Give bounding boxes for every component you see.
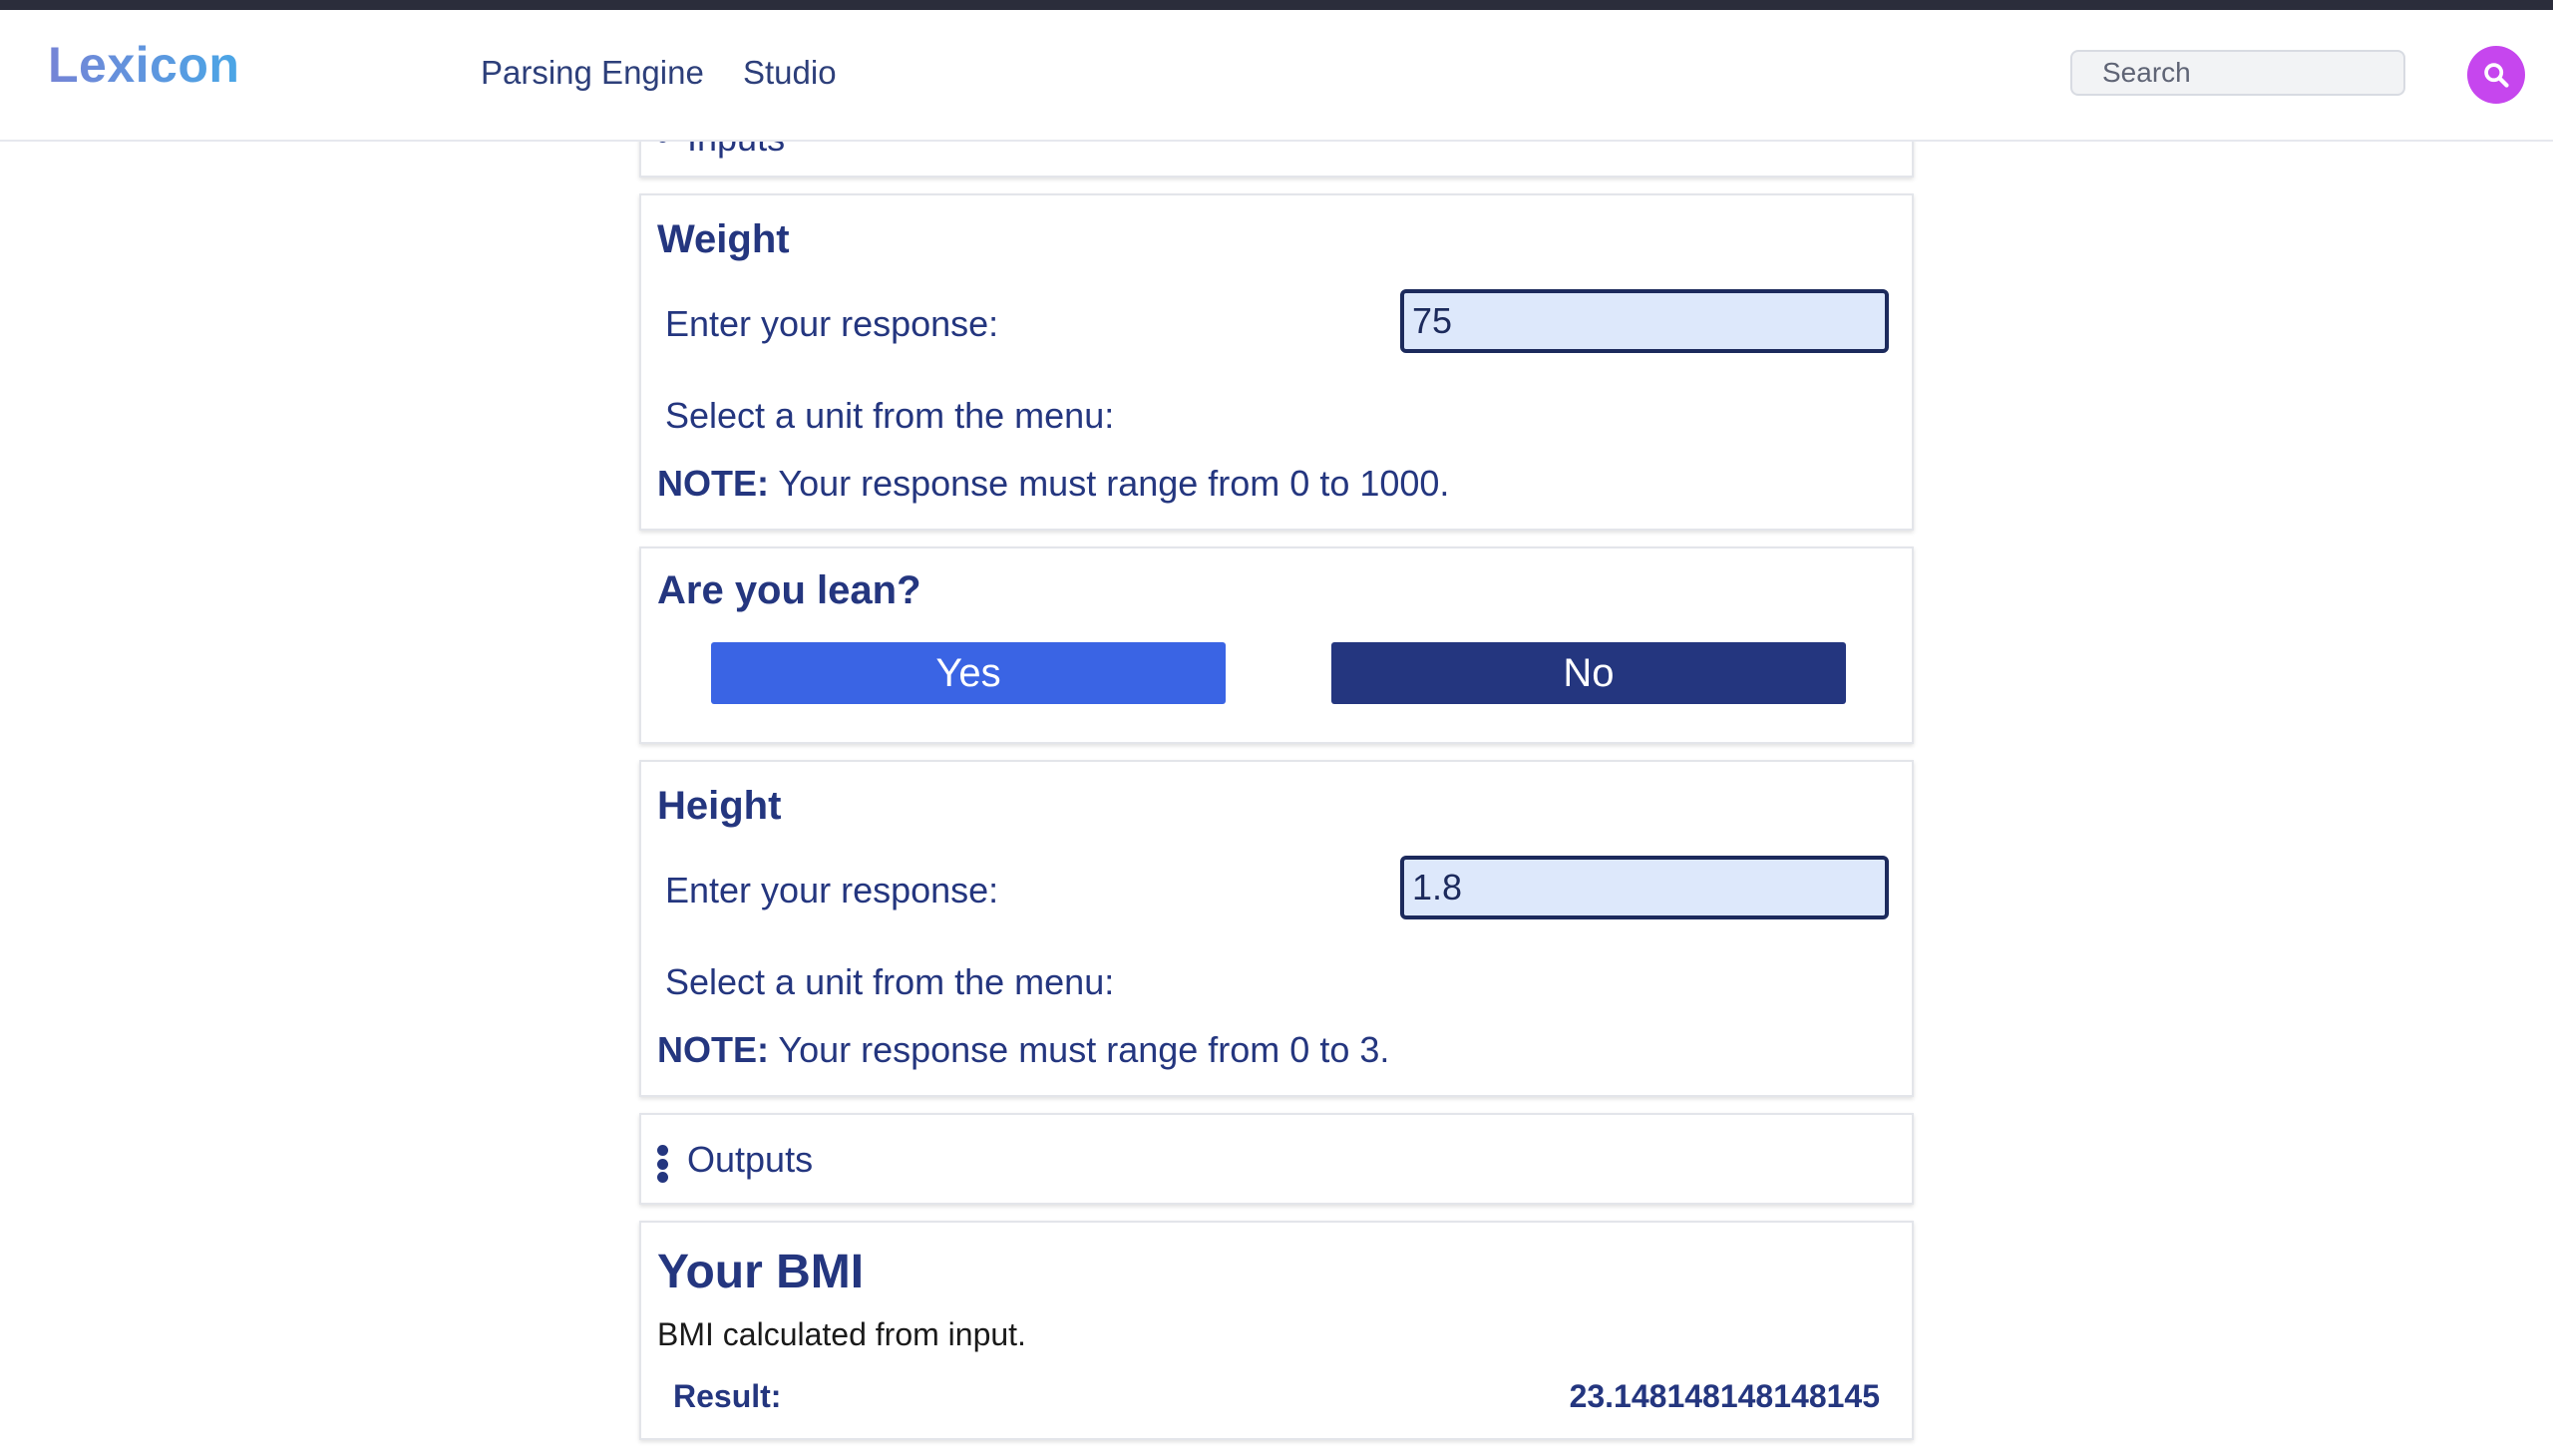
weight-note-text: Your response must range from 0 to 1000. [778, 463, 1450, 504]
bmi-description: BMI calculated from input. [657, 1316, 1026, 1352]
window-top-bar [0, 0, 2553, 10]
weight-title: Weight [657, 217, 790, 261]
search-icon [2484, 63, 2509, 88]
top-navbar: Lexicon Parsing Engine Studio [0, 10, 2553, 142]
outputs-section-label: Outputs [687, 1139, 814, 1180]
weight-response-label: Enter your response: [665, 303, 999, 344]
weight-input[interactable] [1400, 289, 1889, 353]
result-value: 23.148148148148145 [1569, 1378, 1880, 1414]
height-note-text: Your response must range from 0 to 3. [778, 1029, 1390, 1070]
bmi-card: Your BMI BMI calculated from input. Resu… [639, 1221, 1914, 1440]
weight-note: NOTE: Your response must range from 0 to… [657, 463, 1449, 505]
lean-title: Are you lean? [657, 568, 921, 612]
nav-link-parsing-engine[interactable]: Parsing Engine [481, 54, 704, 92]
search-input[interactable] [2070, 50, 2405, 96]
outputs-section-header[interactable]: Outputs [639, 1113, 1914, 1205]
height-unit-label: Select a unit from the menu: [665, 961, 1115, 1002]
result-label: Result: [673, 1378, 782, 1414]
height-input[interactable] [1400, 856, 1889, 919]
weight-note-prefix: NOTE: [657, 463, 769, 504]
height-card: Height Enter your response: Select a uni… [639, 760, 1914, 1097]
height-title: Height [657, 784, 782, 828]
height-note: NOTE: Your response must range from 0 to… [657, 1029, 1389, 1071]
weight-card: Weight Enter your response: Select a uni… [639, 193, 1914, 531]
height-note-prefix: NOTE: [657, 1029, 769, 1070]
weight-unit-label: Select a unit from the menu: [665, 395, 1115, 436]
height-response-label: Enter your response: [665, 870, 999, 910]
bmi-title: Your BMI [657, 1246, 865, 1298]
lean-card: Are you lean? Yes No [639, 546, 1914, 744]
kebab-icon [657, 1145, 669, 1183]
no-button[interactable]: No [1331, 642, 1846, 704]
nav-link-studio[interactable]: Studio [743, 54, 837, 92]
logo[interactable]: Lexicon [48, 36, 239, 94]
search-button[interactable] [2467, 46, 2525, 104]
yes-button[interactable]: Yes [711, 642, 1226, 704]
